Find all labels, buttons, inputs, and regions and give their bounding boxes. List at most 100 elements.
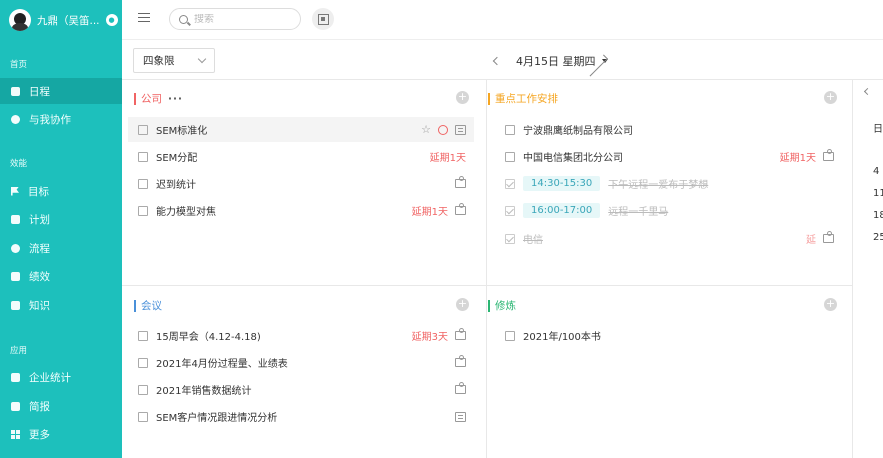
task-row[interactable]: 迟到统计 bbox=[128, 171, 474, 196]
calendar-day[interactable]: 4 bbox=[873, 166, 879, 177]
time-tag: 14:30-15:30 bbox=[523, 176, 601, 191]
assignee-icon[interactable] bbox=[455, 382, 466, 394]
assignee-icon[interactable] bbox=[455, 176, 466, 188]
bell-icon[interactable]: ● bbox=[105, 14, 118, 26]
task-checkbox[interactable] bbox=[505, 330, 515, 341]
task-title: 2021年销售数据统计 bbox=[156, 386, 252, 397]
task-checkbox[interactable] bbox=[138, 330, 148, 341]
sidebar-item-collaborate[interactable]: 与我协作 bbox=[0, 106, 122, 132]
task-checkbox[interactable] bbox=[138, 357, 148, 368]
task-row[interactable]: 2021年/100本书 bbox=[495, 323, 842, 348]
card-icon[interactable] bbox=[455, 411, 466, 422]
sidebar-item-label: 知识 bbox=[29, 299, 50, 312]
sidebar-item-label: 简报 bbox=[29, 400, 50, 413]
task-checkbox[interactable] bbox=[505, 151, 515, 162]
prev-day-icon[interactable] bbox=[492, 56, 502, 66]
time-tag: 16:00-17:00 bbox=[523, 203, 601, 218]
qr-code-button[interactable] bbox=[312, 8, 334, 30]
card-icon[interactable] bbox=[455, 124, 466, 135]
task-row[interactable]: 16:00-17:00 远程一千里马 bbox=[495, 198, 842, 223]
task-checkbox[interactable] bbox=[138, 205, 148, 216]
avatar[interactable] bbox=[9, 9, 31, 31]
add-task-icon[interactable]: + bbox=[824, 298, 837, 311]
current-date: 4月15日 星期四 bbox=[516, 55, 596, 68]
quadrant-training: 修炼 + 2021年/100本书 bbox=[487, 286, 852, 458]
task-row[interactable]: SEM客户情况跟进情况分析 bbox=[128, 404, 474, 429]
calendar-weekday-header: 日 bbox=[873, 124, 883, 135]
quadrant-color-bar bbox=[488, 92, 490, 105]
sidebar-item-process[interactable]: 流程 bbox=[0, 235, 122, 261]
sidebar-item-more[interactable]: 更多 bbox=[0, 421, 122, 447]
task-title: 电信 bbox=[523, 235, 543, 246]
calendar-day[interactable]: 25 bbox=[873, 232, 883, 243]
task-row[interactable]: 2021年销售数据统计 bbox=[128, 377, 474, 402]
view-dropdown[interactable]: 四象限 bbox=[133, 48, 215, 73]
assignee-icon[interactable] bbox=[823, 231, 834, 243]
task-checkbox[interactable] bbox=[138, 178, 148, 189]
sidebar-item-performance[interactable]: 绩效 bbox=[0, 263, 122, 289]
task-title: 迟到统计 bbox=[156, 180, 196, 191]
menu-toggle-icon[interactable] bbox=[138, 13, 150, 24]
sidebar-item-label: 与我协作 bbox=[29, 113, 71, 126]
calendar-day[interactable]: 18 bbox=[873, 210, 883, 221]
user-name[interactable]: 九鼎（吴笛... bbox=[37, 13, 100, 28]
sidebar-item-goals[interactable]: 目标 bbox=[0, 178, 122, 204]
task-checkbox[interactable] bbox=[138, 384, 148, 395]
top-bar bbox=[122, 0, 883, 40]
task-row[interactable]: 15周早会（4.12-4.18) 延期3天 bbox=[128, 323, 474, 348]
quadrant-header: 会议 bbox=[134, 298, 162, 313]
tomato-timer-icon[interactable] bbox=[438, 124, 448, 135]
task-row[interactable]: 14:30-15:30 下午远程一爱布于梦想 bbox=[495, 171, 842, 196]
sidebar-item-stats[interactable]: 企业统计 bbox=[0, 364, 122, 390]
sidebar-item-label: 更多 bbox=[29, 428, 50, 441]
more-icon[interactable]: ··· bbox=[168, 93, 183, 105]
sidebar-item-schedule[interactable]: 日程 bbox=[0, 78, 122, 104]
sidebar-item-knowledge[interactable]: 知识 bbox=[0, 292, 122, 318]
task-row[interactable]: 能力模型对焦 延期1天 bbox=[128, 198, 474, 223]
assignee-icon[interactable] bbox=[455, 203, 466, 215]
task-checkbox[interactable] bbox=[138, 124, 148, 135]
sidebar-item-label: 日程 bbox=[29, 85, 50, 98]
sidebar-item-plan[interactable]: 计划 bbox=[0, 206, 122, 232]
task-row[interactable]: SEM标准化 ☆ bbox=[128, 117, 474, 142]
quadrant-color-bar bbox=[134, 92, 136, 105]
sidebar-section-efficiency: 效能 bbox=[10, 159, 28, 169]
chevron-left-icon[interactable] bbox=[863, 87, 872, 96]
task-checkbox-checked[interactable] bbox=[505, 205, 515, 216]
assignee-icon[interactable] bbox=[455, 355, 466, 367]
task-checkbox[interactable] bbox=[505, 124, 515, 135]
add-task-icon[interactable]: + bbox=[824, 91, 837, 104]
quadrant-color-bar bbox=[134, 299, 136, 312]
add-task-icon[interactable]: + bbox=[456, 298, 469, 311]
search-box[interactable] bbox=[169, 8, 301, 30]
task-title: 2021年/100本书 bbox=[523, 332, 601, 343]
task-row[interactable]: 电信 延 bbox=[495, 226, 842, 251]
overdue-label: 延期3天 bbox=[411, 332, 448, 343]
quadrant-title: 会议 bbox=[141, 300, 162, 312]
flag-icon bbox=[11, 186, 19, 196]
plan-icon bbox=[11, 214, 20, 224]
search-input[interactable] bbox=[194, 13, 284, 25]
task-title: SEM分配 bbox=[156, 153, 198, 164]
star-icon[interactable]: ☆ bbox=[421, 124, 431, 135]
assignee-icon[interactable] bbox=[823, 149, 834, 161]
task-row[interactable]: SEM分配 延期1天 bbox=[128, 144, 474, 169]
task-checkbox-checked[interactable] bbox=[505, 233, 515, 244]
task-title: 远程一千里马 bbox=[608, 207, 669, 218]
task-checkbox[interactable] bbox=[138, 411, 148, 422]
book-icon bbox=[11, 300, 20, 310]
sidebar-item-report[interactable]: 简报 bbox=[0, 393, 122, 419]
user-profile[interactable]: 九鼎（吴笛... ● bbox=[0, 0, 122, 40]
task-checkbox[interactable] bbox=[138, 151, 148, 162]
calendar-day[interactable]: 11 bbox=[873, 188, 883, 199]
sidebar-item-label: 绩效 bbox=[29, 270, 50, 283]
add-task-icon[interactable]: + bbox=[456, 91, 469, 104]
task-checkbox-checked[interactable] bbox=[505, 178, 515, 189]
assignee-icon[interactable] bbox=[455, 328, 466, 340]
task-title: SEM客户情况跟进情况分析 bbox=[156, 413, 278, 424]
task-row[interactable]: 2021年4月份过程量、业绩表 bbox=[128, 350, 474, 375]
quadrant-header: 公司 ··· bbox=[134, 91, 183, 106]
task-row[interactable]: 中国电信集团北分公司 延期1天 bbox=[495, 144, 842, 169]
mini-calendar: 日 4 11 18 25 bbox=[852, 80, 883, 458]
task-row[interactable]: 宁波鼎鹰纸制品有限公司 bbox=[495, 117, 842, 142]
